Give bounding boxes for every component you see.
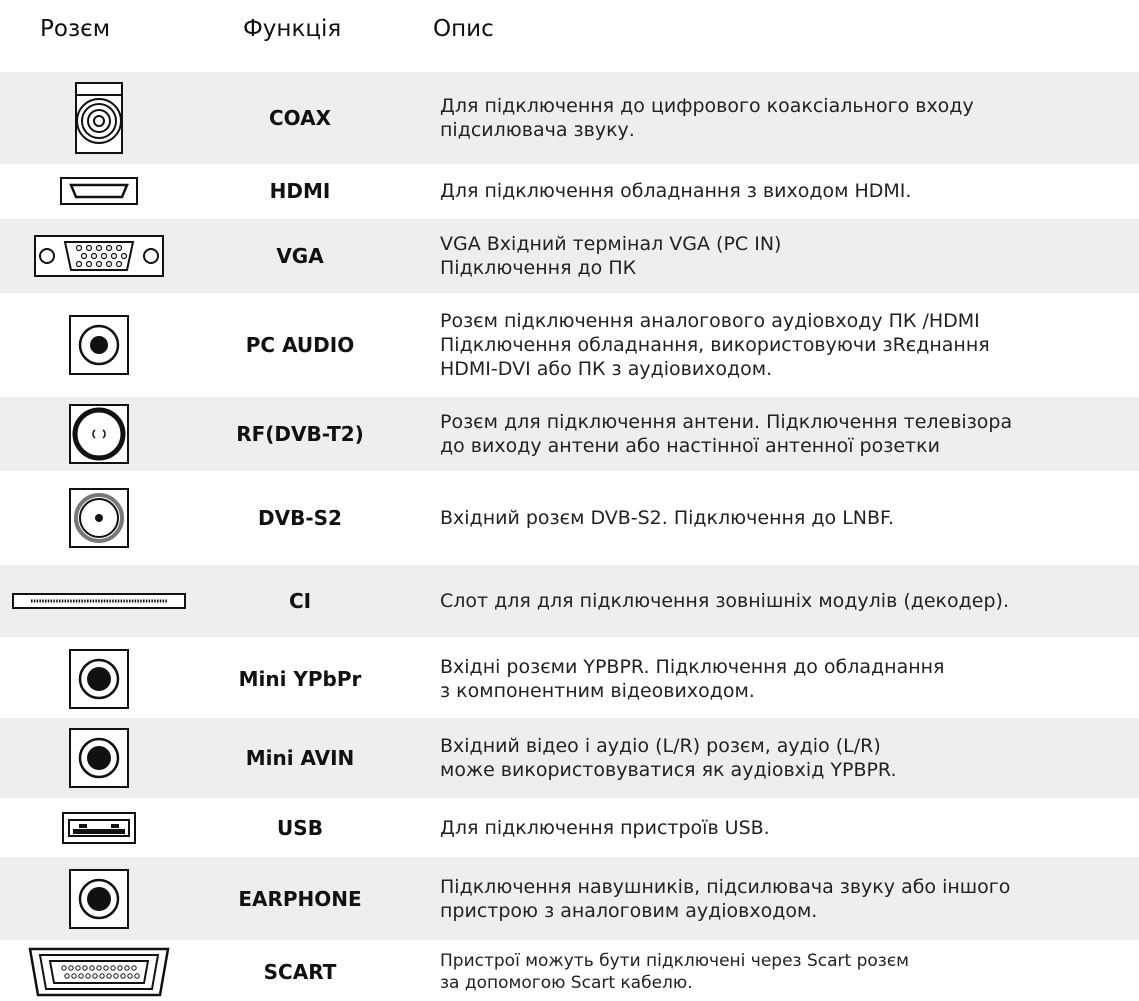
description-line: Вхідний розєм DVB-S2. Підключення до LNB… — [440, 507, 894, 529]
description-line: Для підключення обладнання з виходом HDM… — [440, 180, 912, 202]
vga-port-icon — [0, 219, 197, 293]
table-row: SCART Пристрої можуть бути підключені чер… — [0, 943, 1139, 1001]
table-row: Mini AVIN Вхідний відео і аудіо (L/R) роз… — [0, 718, 1139, 798]
description: Для підключення пристроїв USB. — [440, 800, 1129, 855]
description-line: Слот для для підключення зовнішніх модул… — [440, 590, 1009, 612]
function-label: Mini AVIN — [245, 746, 355, 770]
description-line: з компонентним відеовиходом. — [440, 679, 755, 702]
mini-avin-jack-icon — [0, 718, 197, 798]
table-row: DVB-S2 Вхідний розєм DVB-S2. Підключення … — [0, 474, 1139, 562]
description: Вхідний відео і аудіо (L/R) розєм, аудіо… — [440, 718, 1129, 798]
description-line: Розєм для підключення антени. Підключенн… — [440, 411, 1013, 433]
function-label: CI — [288, 589, 312, 613]
description-line: Пристрої можуть бути підключені через Sc… — [440, 951, 909, 971]
description-line: Підключення до ПК — [440, 257, 637, 279]
table-row: EARPHONE Підключення навушників, підсилюв… — [0, 857, 1139, 940]
satellite-input-icon — [0, 474, 197, 562]
header-function: Функція — [243, 16, 342, 42]
table-row: RF(DVB-T2) Розєм для підключення антени. … — [0, 397, 1139, 471]
ci-slot-icon — [0, 565, 197, 637]
function-label: Mini YPbPr — [238, 666, 362, 691]
description-line: до виходу антени або настінної антенної … — [440, 435, 940, 457]
description-line: Підключення обладнання, використовуючи з… — [440, 334, 990, 356]
description: Вхідний розєм DVB-S2. Підключення до LNB… — [440, 474, 1129, 562]
table-row: COAX Для підключення до цифрового коаксіа… — [0, 72, 1139, 164]
header-description: Опис — [433, 16, 494, 42]
mini-ypbpr-jack-icon — [0, 640, 197, 717]
description: Слот для для підключення зовнішніх модул… — [440, 565, 1129, 637]
description: Розєм для підключення антени. Підключенн… — [440, 397, 1129, 471]
function-label: PC AUDIO — [245, 333, 355, 357]
coax-connector-icon — [0, 72, 197, 164]
description: VGA Вхідний термінал VGA (PC IN) Підключе… — [440, 219, 1129, 293]
description: Вхідні розєми YPBPR. Підключення до обла… — [440, 640, 1129, 717]
description-line: Для підключення до цифрового коаксіально… — [440, 95, 974, 117]
description: Підключення навушників, підсилювача звук… — [440, 857, 1129, 940]
function-label: RF(DVB-T2) — [236, 422, 364, 446]
hdmi-port-icon — [0, 166, 197, 216]
description-line: Для підключення пристроїв USB. — [440, 816, 770, 839]
function-label: SCART — [263, 960, 337, 984]
scart-connector-icon — [0, 943, 197, 1001]
description: Для підключення до цифрового коаксіально… — [440, 72, 1129, 164]
description-line: може використовуватися як аудіовхід YPBP… — [440, 759, 897, 781]
function-label: COAX — [268, 106, 332, 130]
table-row: HDMI Для підключення обладнання з виходом… — [0, 166, 1139, 216]
description-line: Підключення навушників, підсилювача звук… — [440, 875, 1011, 898]
table-row: CI Слот для для підключення зовнішніх мод… — [0, 565, 1139, 637]
rf-antenna-icon — [0, 397, 197, 471]
table-row: USB Для підключення пристроїв USB. — [0, 800, 1139, 855]
function-label: USB — [277, 815, 323, 840]
description-line: Розєм підключення аналогового аудіовходу… — [440, 310, 980, 332]
table-row: PC AUDIO Розєм підключення аналогового ау… — [0, 296, 1139, 394]
description-line: Вхідні розєми YPBPR. Підключення до обла… — [440, 655, 945, 678]
table-row: VGA VGA Вхідний термінал VGA (PC IN) Підкл… — [0, 219, 1139, 293]
description-line: підсилювача звуку. — [440, 119, 635, 141]
function-label: EARPHONE — [238, 886, 362, 911]
table-row: Mini YPbPr Вхідні розєми YPBPR. Підключен… — [0, 640, 1139, 717]
header-connector: Розєм — [40, 16, 111, 42]
description: Для підключення обладнання з виходом HDM… — [440, 166, 1129, 216]
description-line: пристрою з аналоговим аудіовходом. — [440, 899, 818, 922]
usb-port-icon — [0, 800, 197, 855]
description-line: Вхідний відео і аудіо (L/R) розєм, аудіо… — [440, 735, 881, 757]
description: Розєм підключення аналогового аудіовходу… — [440, 296, 1129, 394]
description-line: HDMI-DVI або ПК з аудіовиходом. — [440, 358, 773, 380]
function-label: VGA — [276, 244, 324, 268]
description-line: VGA Вхідний термінал VGA (PC IN) — [440, 233, 782, 255]
description-line: за допомогою Scart кабелю. — [440, 973, 693, 993]
function-label: HDMI — [269, 179, 331, 203]
description: Пристрої можуть бути підключені через Sc… — [440, 943, 1129, 1001]
audio-jack-icon — [0, 296, 197, 394]
earphone-jack-icon — [0, 857, 197, 940]
function-label: DVB-S2 — [258, 506, 342, 530]
